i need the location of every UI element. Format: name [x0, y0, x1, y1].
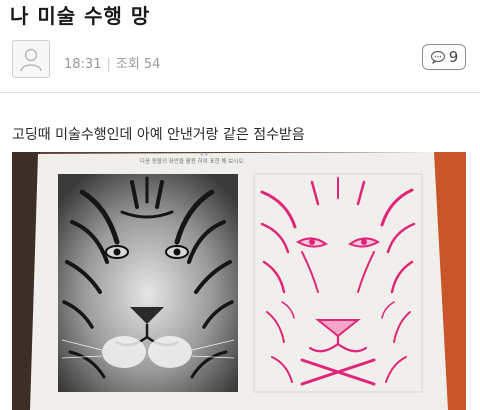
post-body: 고딩때 미술수행인데 아예 안낸거랑 같은 점수받음: [12, 127, 305, 143]
tiger-photo: [58, 174, 238, 392]
worksheet-instruction: 다음 동물의 좌반을 활용 하여 표현 해 보시오.: [140, 157, 245, 165]
speech-bubble-icon: [430, 50, 445, 64]
meta-separator: |: [106, 57, 111, 72]
post-title: 나 미술 수행 망: [10, 4, 151, 28]
post-time: 18:31: [64, 57, 102, 72]
post-photo: 다음 동물의 좌반을 활용 하여 표현 해 보시오. ※ ※: [12, 152, 466, 410]
divider: [0, 92, 480, 93]
avatar[interactable]: [12, 40, 50, 78]
post-meta: 18:31 | 조회 54 9: [12, 40, 470, 82]
meta-info: 18:31 | 조회 54: [64, 53, 160, 72]
view-count: 조회 54: [115, 57, 161, 72]
svg-text:※ ※: ※ ※: [200, 152, 208, 157]
comment-count: 9: [448, 48, 459, 66]
comment-button[interactable]: 9: [422, 44, 466, 70]
person-icon: [20, 48, 42, 72]
